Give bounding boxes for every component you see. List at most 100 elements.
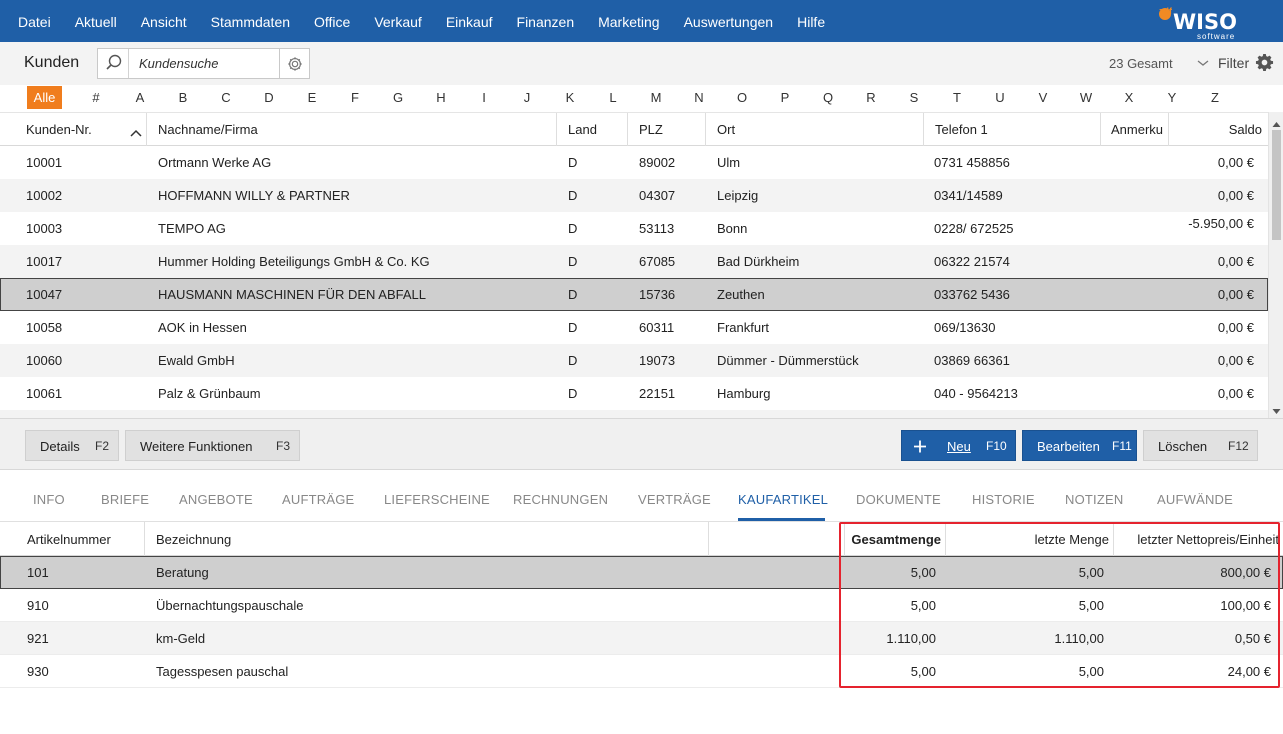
alpha-f[interactable]: F	[345, 90, 365, 105]
new-button[interactable]: Neu F10	[901, 430, 1016, 461]
menu-hilfe[interactable]: Hilfe	[785, 0, 837, 42]
alpha-m[interactable]: M	[646, 90, 666, 105]
alpha-v[interactable]: V	[1033, 90, 1053, 105]
alpha-h[interactable]: H	[431, 90, 451, 105]
alpha-j[interactable]: J	[517, 90, 537, 105]
chevron-down-icon[interactable]	[1197, 56, 1209, 71]
col-land[interactable]: Land	[558, 113, 628, 146]
table-row-selected[interactable]: 10047 HAUSMANN MASCHINEN FÜR DEN ABFALL …	[0, 278, 1268, 311]
table-row[interactable]: 10060 Ewald GmbH D 19073 Dümmer - Dümmer…	[0, 344, 1268, 377]
alpha-hash[interactable]: #	[86, 90, 106, 105]
alpha-k[interactable]: K	[560, 90, 580, 105]
alpha-x[interactable]: X	[1119, 90, 1139, 105]
alpha-d[interactable]: D	[259, 90, 279, 105]
table-row[interactable]: 10002 HOFFMANN WILLY & PARTNER D 04307 L…	[0, 179, 1268, 212]
scroll-up-icon[interactable]	[1272, 116, 1281, 131]
col-letzter-nettopreis[interactable]: letzter Nettopreis/Einheit	[1115, 522, 1283, 556]
menu-auswertungen[interactable]: Auswertungen	[672, 0, 786, 42]
gear-icon[interactable]	[1255, 53, 1274, 75]
alpha-b[interactable]: B	[173, 90, 193, 105]
tab-lieferscheine[interactable]: LIEFERSCHEINE	[384, 492, 490, 507]
more-functions-button[interactable]: Weitere Funktionen F3	[125, 430, 300, 461]
menu-datei[interactable]: Datei	[0, 0, 63, 42]
alpha-e[interactable]: E	[302, 90, 322, 105]
alpha-r[interactable]: R	[861, 90, 881, 105]
alpha-i[interactable]: I	[474, 90, 494, 105]
tab-vertraege[interactable]: VERTRÄGE	[638, 492, 711, 507]
logo-text: WISO	[1173, 10, 1237, 34]
filter-button[interactable]: Filter	[1218, 55, 1249, 71]
menu-einkauf[interactable]: Einkauf	[434, 0, 505, 42]
tab-kaufartikel[interactable]: KAUFARTIKEL	[738, 492, 828, 507]
cell-gesamtmenge: 5,00	[910, 598, 936, 613]
cell-saldo: 0,00 €	[1217, 353, 1254, 368]
cell-telefon: 040 - 9564213	[934, 386, 1018, 401]
menu-marketing[interactable]: Marketing	[586, 0, 671, 42]
alpha-p[interactable]: P	[775, 90, 795, 105]
alpha-s[interactable]: S	[904, 90, 924, 105]
alpha-g[interactable]: G	[388, 90, 408, 105]
col-gesamtmenge[interactable]: Gesamtmenge	[846, 522, 946, 556]
table-row[interactable]: 10017 Hummer Holding Beteiligungs GmbH &…	[0, 245, 1268, 278]
alpha-n[interactable]: N	[689, 90, 709, 105]
menu-bar: Datei Aktuell Ansicht Stammdaten Office …	[0, 0, 1283, 42]
tab-briefe[interactable]: BRIEFE	[101, 492, 149, 507]
tab-auftraege[interactable]: AUFTRÄGE	[282, 492, 354, 507]
menu-verkauf[interactable]: Verkauf	[362, 0, 433, 42]
edit-button[interactable]: Bearbeiten F11	[1022, 430, 1137, 461]
scroll-thumb[interactable]	[1272, 130, 1281, 240]
details-button[interactable]: Details F2	[25, 430, 119, 461]
col-nachname[interactable]: Nachname/Firma	[148, 113, 557, 146]
article-row-selected[interactable]: 101 Beratung 5,00 5,00 800,00 €	[0, 556, 1283, 589]
search-settings-icon[interactable]	[279, 48, 310, 79]
tab-dokumente[interactable]: DOKUMENTE	[856, 492, 941, 507]
col-kunden-nr[interactable]: Kunden-Nr.	[16, 113, 147, 146]
cell-telefon: 06322 21574	[934, 254, 1010, 269]
search-input[interactable]	[130, 49, 278, 78]
alpha-a[interactable]: A	[130, 90, 150, 105]
alpha-z[interactable]: Z	[1205, 90, 1225, 105]
alpha-c[interactable]: C	[216, 90, 236, 105]
col-anmerkung[interactable]: Anmerku	[1102, 113, 1169, 146]
alpha-o[interactable]: O	[732, 90, 752, 105]
col-saldo[interactable]: Saldo	[1170, 113, 1268, 146]
alpha-u[interactable]: U	[990, 90, 1010, 105]
customer-scrollbar[interactable]	[1268, 112, 1283, 418]
col-letzte-menge[interactable]: letzte Menge	[947, 522, 1114, 556]
scroll-down-icon[interactable]	[1272, 404, 1281, 419]
tab-notizen[interactable]: NOTIZEN	[1065, 492, 1123, 507]
table-row[interactable]: 10001 Ortmann Werke AG D 89002 Ulm 0731 …	[0, 146, 1268, 179]
article-row[interactable]: 921 km-Geld 1.110,00 1.110,00 0,50 €	[0, 622, 1283, 655]
alpha-l[interactable]: L	[603, 90, 623, 105]
tab-info[interactable]: INFO	[33, 492, 65, 507]
alpha-q[interactable]: Q	[818, 90, 838, 105]
alpha-w[interactable]: W	[1076, 90, 1096, 105]
col-plz[interactable]: PLZ	[629, 113, 706, 146]
col-ort[interactable]: Ort	[707, 113, 924, 146]
tab-rechnungen[interactable]: RECHNUNGEN	[513, 492, 608, 507]
cell-letzte-menge: 5,00	[1078, 565, 1104, 580]
search-icon[interactable]	[98, 49, 129, 78]
table-row[interactable]: 10061 Palz & Grünbaum D 22151 Hamburg 04…	[0, 377, 1268, 410]
delete-button[interactable]: Löschen F12	[1143, 430, 1258, 461]
action-bar: Details F2 Weitere Funktionen F3 Neu F10…	[0, 418, 1283, 470]
alpha-y[interactable]: Y	[1162, 90, 1182, 105]
tab-historie[interactable]: HISTORIE	[972, 492, 1035, 507]
article-row[interactable]: 930 Tagesspesen pauschal 5,00 5,00 24,00…	[0, 655, 1283, 688]
tab-angebote[interactable]: ANGEBOTE	[179, 492, 253, 507]
col-artikelnummer[interactable]: Artikelnummer	[0, 522, 145, 556]
alpha-all[interactable]: Alle	[27, 86, 62, 109]
menu-office[interactable]: Office	[302, 0, 362, 42]
table-row[interactable]: 10058 AOK in Hessen D 60311 Frankfurt 06…	[0, 311, 1268, 344]
menu-aktuell[interactable]: Aktuell	[63, 0, 129, 42]
cell-gesamtmenge: 1.110,00	[886, 631, 936, 646]
tab-aufwaende[interactable]: AUFWÄNDE	[1157, 492, 1233, 507]
article-row[interactable]: 910 Übernachtungspauschale 5,00 5,00 100…	[0, 589, 1283, 622]
col-telefon[interactable]: Telefon 1	[925, 113, 1101, 146]
col-bezeichnung[interactable]: Bezeichnung	[146, 522, 709, 556]
table-row[interactable]: 10003 TEMPO AG D 53113 Bonn 0228/ 672525…	[0, 212, 1268, 245]
menu-ansicht[interactable]: Ansicht	[129, 0, 199, 42]
menu-finanzen[interactable]: Finanzen	[505, 0, 587, 42]
alpha-t[interactable]: T	[947, 90, 967, 105]
menu-stammdaten[interactable]: Stammdaten	[199, 0, 302, 42]
